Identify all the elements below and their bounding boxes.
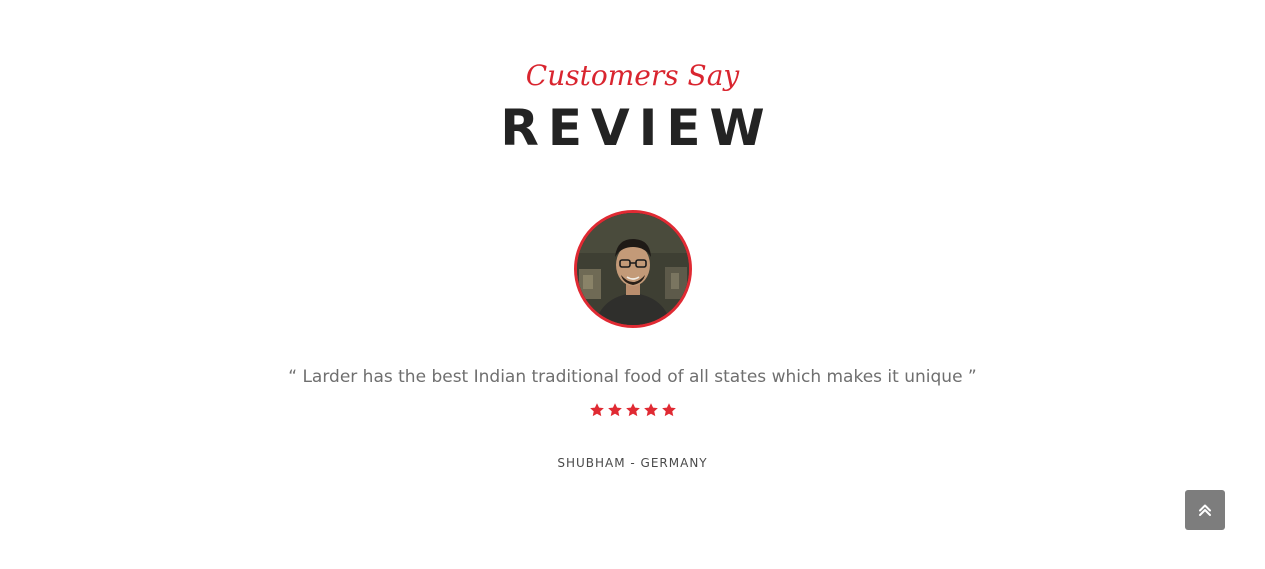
reviewer-photo: [577, 213, 689, 325]
star-icon: [643, 402, 659, 418]
reviewer-avatar: [574, 210, 692, 328]
star-icon: [589, 402, 605, 418]
section-title: REVIEW: [500, 99, 774, 157]
star-rating: [0, 402, 1265, 418]
double-chevron-up-icon: [1197, 502, 1213, 518]
star-icon: [607, 402, 623, 418]
section-subtitle: Customers Say: [525, 59, 740, 92]
testimonial-section: Customers Say REVIEW “ Larder has the be…: [0, 0, 1265, 569]
scroll-to-top-button[interactable]: [1185, 490, 1225, 530]
review-quote: “ Larder has the best Indian traditional…: [288, 367, 977, 387]
review-author: SHUBHAM - GERMANY: [557, 456, 708, 470]
star-icon: [625, 402, 641, 418]
star-icon: [661, 402, 677, 418]
